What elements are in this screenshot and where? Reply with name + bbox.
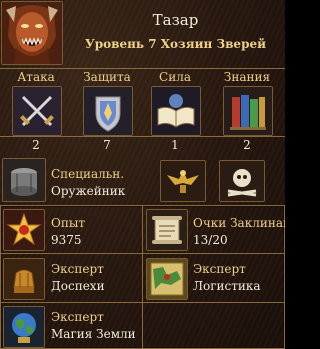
power-skill[interactable]: [151, 86, 201, 136]
crossed-swords-icon: [13, 87, 61, 135]
knowledge-skill[interactable]: [223, 86, 273, 136]
shield-icon: [84, 87, 132, 135]
defense-skill[interactable]: [83, 86, 133, 136]
attack-value: 2: [32, 138, 40, 152]
secondary-skill-logistics[interactable]: [146, 258, 188, 300]
defense-value: 7: [103, 138, 111, 152]
secondary-skill-earth-magic[interactable]: [3, 306, 45, 348]
hero-portrait[interactable]: [1, 1, 63, 65]
experience-label: Опыт: [51, 216, 86, 230]
armor-drum-icon: [3, 159, 45, 201]
specialty-label: Специальн.: [51, 167, 125, 181]
specialty-value: Оружейник: [51, 184, 126, 198]
hero-level-class: Уровень 7 Хозяин Зверей: [85, 37, 266, 51]
power-value: 1: [171, 138, 179, 152]
open-spellbook-icon: [152, 87, 200, 135]
secondary-skill-name: Магия Земли: [51, 327, 136, 341]
hero-screen: Тазар Уровень 7 Хозяин Зверей Атака Защи…: [0, 0, 285, 349]
berserker-portrait-icon: [2, 2, 62, 64]
divider: [142, 206, 143, 348]
secondary-skill-level: Эксперт: [51, 262, 104, 276]
spell-points-value: 13/20: [193, 233, 228, 247]
knowledge-value: 2: [243, 138, 251, 152]
secondary-skill-level: Эксперт: [51, 310, 104, 324]
experience-slot[interactable]: [3, 209, 45, 251]
attack-skill[interactable]: [12, 86, 62, 136]
necromancy-flag[interactable]: [219, 160, 265, 202]
secondary-skill-name: Доспехи: [51, 279, 105, 293]
knowledge-label: Знания: [223, 70, 271, 84]
secondary-skill-armorer[interactable]: [3, 258, 45, 300]
spell-points-slot[interactable]: [146, 209, 188, 251]
divider: [0, 68, 285, 69]
spell-points-label: Очки Заклинаний: [193, 216, 285, 230]
specialty-slot[interactable]: [2, 158, 46, 202]
map-board-icon: [147, 259, 187, 299]
scroll-icon: [147, 210, 187, 250]
books-icon: [224, 87, 272, 135]
secondary-skill-name: Логистика: [193, 279, 261, 293]
eagle-emblem-icon: [161, 161, 205, 201]
hero-name: Тазар: [152, 11, 199, 29]
secondary-skill-level: Эксперт: [193, 262, 246, 276]
armor-gauntlet-icon: [4, 259, 44, 299]
star-medal-icon: [4, 210, 44, 250]
attack-label: Атака: [17, 70, 55, 84]
earth-globe-icon: [4, 307, 44, 347]
defense-label: Защита: [83, 70, 131, 84]
alignment-flag[interactable]: [160, 160, 206, 202]
power-label: Сила: [159, 70, 191, 84]
divider: [0, 136, 285, 137]
experience-value: 9375: [51, 233, 82, 247]
skull-bones-icon: [220, 161, 264, 201]
